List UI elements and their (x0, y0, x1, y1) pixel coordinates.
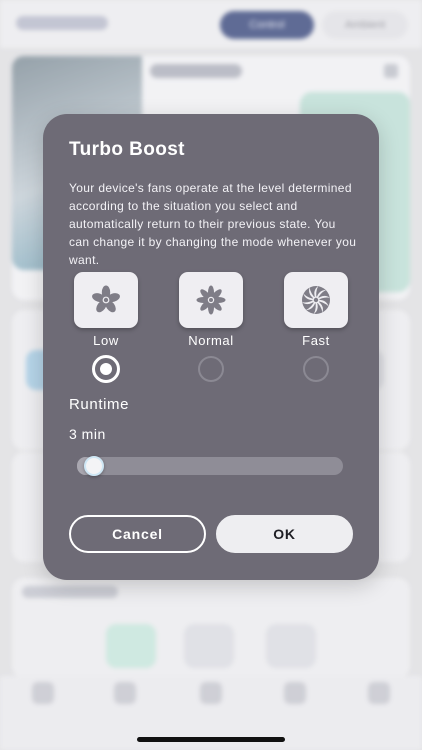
dialog-title: Turbo Boost (69, 139, 185, 160)
turbo-boost-dialog: Turbo Boost Your device's fans operate a… (43, 114, 379, 580)
fan-normal-icon (196, 285, 226, 315)
mode-options: Low Normal Fast (43, 272, 379, 383)
runtime-value: 3 min (69, 426, 106, 442)
cancel-button[interactable]: Cancel (69, 515, 206, 553)
ok-button[interactable]: OK (216, 515, 353, 553)
home-indicator (137, 737, 285, 742)
fan-low-icon (92, 285, 120, 313)
fan-fast-tile[interactable] (284, 272, 348, 328)
mode-option-fast[interactable]: Fast (284, 272, 348, 382)
fan-normal-tile[interactable] (179, 272, 243, 328)
runtime-label: Runtime (69, 396, 130, 413)
dialog-description: Your device's fans operate at the level … (69, 181, 357, 267)
runtime-slider-thumb[interactable] (84, 456, 105, 476)
fan-low-tile[interactable] (74, 272, 138, 328)
radio-normal[interactable] (198, 356, 224, 382)
mode-label-fast: Fast (302, 333, 330, 348)
runtime-slider[interactable] (77, 456, 343, 476)
radio-fast[interactable] (303, 356, 329, 382)
mode-label-normal: Normal (188, 333, 234, 348)
fan-fast-icon (302, 286, 330, 314)
mode-option-low[interactable]: Low (74, 272, 138, 383)
radio-low[interactable] (92, 355, 120, 383)
mode-option-normal[interactable]: Normal (179, 272, 243, 382)
mode-label-low: Low (93, 333, 119, 348)
